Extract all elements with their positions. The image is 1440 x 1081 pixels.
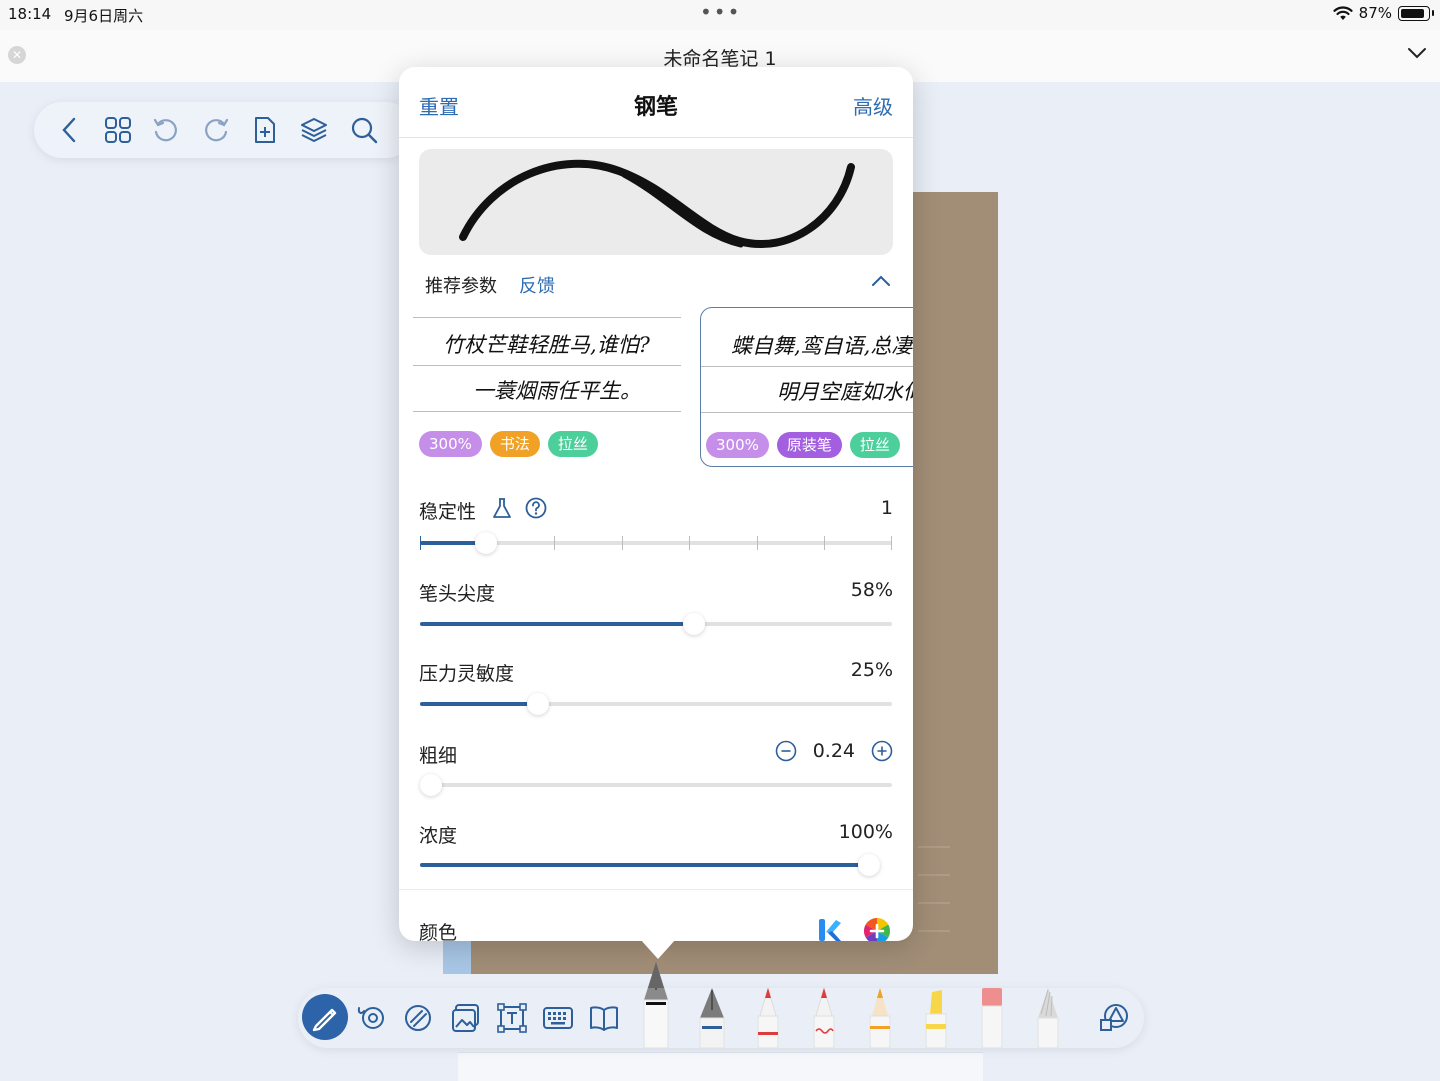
color-label: 颜色 bbox=[419, 922, 458, 941]
status-date: 9月6日周六 bbox=[64, 7, 144, 25]
tip-sharpness-slider[interactable] bbox=[420, 613, 892, 635]
shapes-icon[interactable] bbox=[1098, 1002, 1130, 1034]
chevron-down-icon[interactable] bbox=[1406, 42, 1428, 64]
k-app-icon[interactable] bbox=[817, 917, 843, 941]
popover-arrow bbox=[640, 939, 676, 959]
preset-tag: 300% bbox=[419, 431, 482, 457]
preset-sample-line: 一蓑烟雨任平生。 bbox=[473, 379, 641, 403]
pressure-sensitivity-label: 压力灵敏度 bbox=[419, 663, 515, 685]
thickness-stepper: 0.24 bbox=[775, 740, 893, 762]
top-toolbar bbox=[34, 102, 414, 158]
preset-sample-line: 竹杖芒鞋轻胜马,谁怕? bbox=[443, 333, 650, 357]
stability-slider[interactable] bbox=[420, 532, 892, 554]
stroke-preview bbox=[419, 149, 893, 255]
grid-icon[interactable] bbox=[104, 116, 132, 144]
slider-fill bbox=[420, 622, 694, 626]
slider-thumb[interactable] bbox=[858, 854, 880, 876]
battery-percent: 87% bbox=[1358, 4, 1392, 22]
thickness-slider[interactable] bbox=[420, 774, 892, 796]
preset-sample-line: 蝶自舞,鸾自语,总凄然。 bbox=[731, 334, 913, 358]
slider-thumb[interactable] bbox=[475, 532, 497, 554]
help-icon[interactable] bbox=[525, 497, 547, 519]
tip-sharpness-value: 58% bbox=[850, 579, 893, 601]
redo-icon[interactable] bbox=[202, 116, 230, 144]
slider-thumb[interactable] bbox=[683, 613, 705, 635]
slider-thumb[interactable] bbox=[420, 774, 442, 796]
pencil-gray-icon[interactable] bbox=[1032, 986, 1064, 1048]
divider bbox=[399, 137, 913, 138]
pen-tool-button[interactable] bbox=[302, 994, 348, 1040]
pressure-sensitivity-slider[interactable] bbox=[420, 693, 892, 715]
stroke-preview-curve bbox=[459, 159, 855, 249]
lasso-icon[interactable] bbox=[356, 1002, 388, 1034]
next-page-edge bbox=[458, 1052, 983, 1081]
plus-icon[interactable] bbox=[871, 740, 893, 762]
eraser-icon[interactable] bbox=[402, 1002, 434, 1034]
tip-sharpness-label: 笔头尖度 bbox=[419, 583, 496, 605]
notebook-lines bbox=[918, 846, 950, 932]
preset-tag: 原装笔 bbox=[776, 432, 842, 458]
pen-settings-panel: 重置 钢笔 高级 推荐参数 反馈 竹杖芒鞋轻胜马,谁怕? 一蓑烟雨任平生。 30… bbox=[399, 67, 913, 941]
battery-icon bbox=[1398, 5, 1434, 21]
flask-icon[interactable] bbox=[491, 497, 513, 519]
multitasking-dots[interactable]: ••• bbox=[700, 0, 741, 24]
wifi-icon bbox=[1333, 5, 1353, 20]
chevron-up-icon[interactable] bbox=[871, 274, 891, 288]
stability-label: 稳定性 bbox=[419, 501, 477, 523]
opacity-value: 100% bbox=[838, 821, 893, 843]
preset-card-selected[interactable]: 蝶自舞,鸾自语,总凄然。 明月空庭如水似年 300% 原装笔 拉丝 bbox=[700, 307, 913, 467]
search-icon[interactable] bbox=[350, 116, 378, 144]
recommended-params-label: 推荐参数 bbox=[425, 276, 497, 297]
preset-card[interactable]: 竹杖芒鞋轻胜马,谁怕? 一蓑烟雨任平生。 300% 书法 拉丝 bbox=[413, 307, 681, 467]
fountain-pen-icon[interactable] bbox=[696, 986, 728, 1048]
status-right: 87% bbox=[1333, 4, 1434, 22]
status-bar: 18:14 9月6日周六 ••• 87% bbox=[0, 0, 1440, 30]
status-time: 18:14 bbox=[8, 5, 52, 23]
slider-fill bbox=[420, 863, 880, 867]
text-box-icon[interactable] bbox=[496, 1002, 528, 1034]
page-tab[interactable] bbox=[443, 940, 471, 974]
pencil-orange-icon[interactable] bbox=[864, 986, 896, 1048]
layers-icon[interactable] bbox=[300, 116, 328, 144]
thickness-label: 粗细 bbox=[419, 745, 458, 767]
add-page-icon[interactable] bbox=[252, 116, 278, 144]
keyboard-icon[interactable] bbox=[542, 1002, 574, 1034]
highlighter-icon[interactable] bbox=[920, 986, 952, 1048]
bottom-toolbar bbox=[298, 962, 1144, 1048]
fountain-pen-selected-icon[interactable] bbox=[640, 958, 672, 1048]
pressure-sensitivity-value: 25% bbox=[850, 659, 893, 681]
color-wheel-icon[interactable] bbox=[863, 917, 891, 941]
preset-tag: 书法 bbox=[489, 431, 540, 457]
slider-fill bbox=[420, 702, 538, 706]
advanced-button[interactable]: 高级 bbox=[853, 91, 893, 120]
divider bbox=[399, 889, 913, 890]
thickness-value: 0.24 bbox=[812, 740, 855, 762]
opacity-slider[interactable] bbox=[420, 854, 880, 876]
opacity-label: 浓度 bbox=[419, 825, 458, 847]
stability-value: 1 bbox=[880, 497, 893, 519]
undo-icon[interactable] bbox=[152, 116, 180, 144]
preset-tag: 拉丝 bbox=[849, 432, 900, 458]
panel-title: 钢笔 bbox=[633, 95, 678, 120]
marker-pink-icon[interactable] bbox=[976, 986, 1008, 1048]
brush-pen-icon[interactable] bbox=[808, 986, 840, 1048]
ballpoint-pen-red-icon[interactable] bbox=[752, 986, 784, 1048]
feedback-link[interactable]: 反馈 bbox=[519, 272, 555, 298]
pen-tool-icon bbox=[312, 1008, 337, 1032]
preset-tag: 300% bbox=[706, 432, 769, 458]
preset-sample-line: 明月空庭如水似年 bbox=[777, 380, 913, 404]
book-icon[interactable] bbox=[588, 1002, 620, 1034]
back-icon[interactable] bbox=[58, 116, 82, 144]
image-icon[interactable] bbox=[450, 1002, 482, 1034]
preset-tag: 拉丝 bbox=[547, 431, 598, 457]
minus-icon[interactable] bbox=[775, 740, 797, 762]
slider-thumb[interactable] bbox=[527, 693, 549, 715]
